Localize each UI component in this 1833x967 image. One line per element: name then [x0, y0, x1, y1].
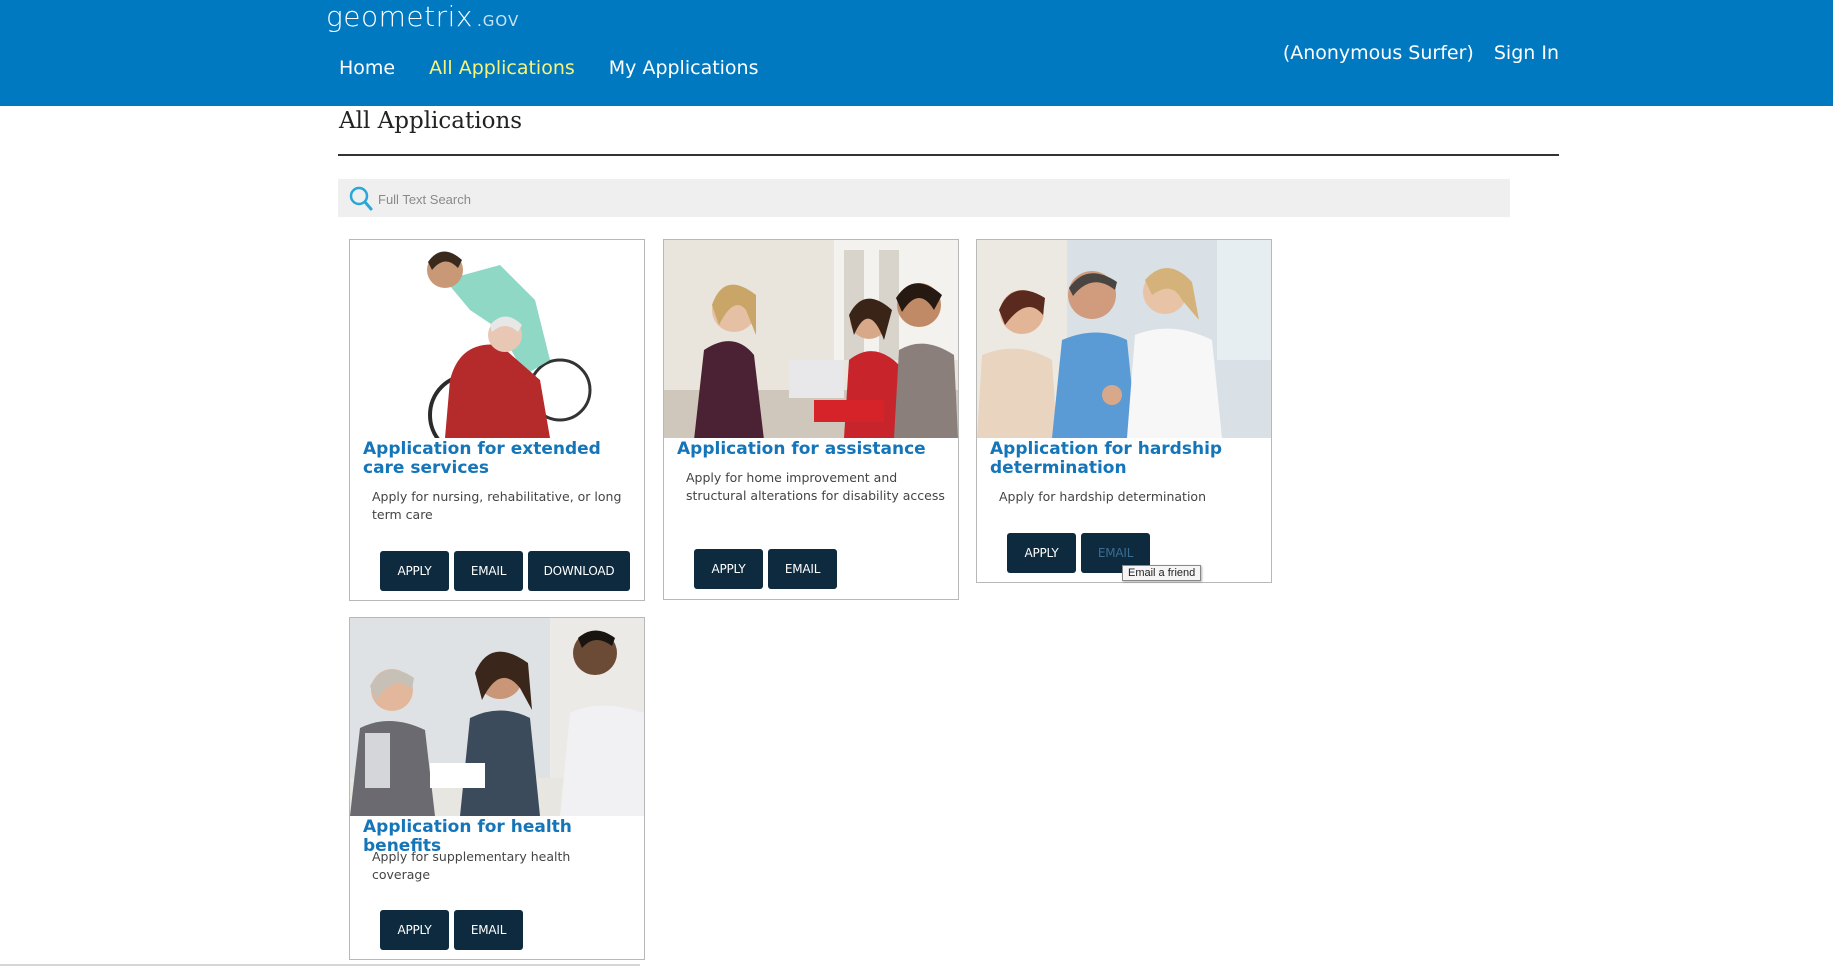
search-bar — [338, 179, 1510, 217]
download-button[interactable]: DOWNLOAD — [528, 551, 630, 591]
page-title: All Applications — [339, 108, 523, 134]
logo-wordmark: geometrix — [326, 0, 474, 33]
email-button[interactable]: EMAIL — [454, 551, 523, 591]
search-icon[interactable] — [348, 185, 374, 213]
nav-home[interactable]: Home — [339, 57, 395, 79]
main-nav: Home All Applications My Applications — [339, 57, 793, 79]
card-title[interactable]: Application for extended care services — [363, 440, 633, 478]
apply-button[interactable]: APPLY — [1007, 533, 1076, 573]
user-name: (Anonymous Surfer) — [1282, 42, 1474, 64]
user-area: (Anonymous Surfer) Sign In — [1283, 42, 1559, 64]
application-card-extended-care: Application for extended care services A… — [349, 239, 645, 601]
nav-my-applications[interactable]: My Applications — [609, 57, 759, 79]
card-actions: APPLY EMAIL — [694, 549, 837, 589]
apply-button[interactable]: APPLY — [694, 549, 763, 589]
card-image-doctor-greeting[interactable] — [977, 240, 1271, 438]
application-card-assistance: Application for assistance Apply for hom… — [663, 239, 959, 600]
card-actions: APPLY EMAIL DOWNLOAD — [380, 551, 630, 591]
card-description: Apply for home improvement and structura… — [686, 470, 945, 503]
card-image-nurse-patient[interactable] — [350, 240, 644, 438]
logo-tld: .GOV — [477, 12, 520, 30]
apply-button[interactable]: APPLY — [380, 551, 449, 591]
card-actions: APPLY EMAIL — [380, 910, 523, 950]
card-description: Apply for nursing, rehabilitative, or lo… — [372, 489, 622, 522]
sign-in-link[interactable]: Sign In — [1494, 42, 1559, 64]
search-input[interactable] — [376, 184, 1500, 214]
email-button[interactable]: EMAIL — [768, 549, 837, 589]
apply-button[interactable]: APPLY — [380, 910, 449, 950]
card-image-advisor-meeting[interactable] — [664, 240, 958, 438]
email-button[interactable]: EMAIL — [454, 910, 523, 950]
application-card-health-benefits: Application for health benefits Apply fo… — [349, 617, 645, 960]
card-title[interactable]: Application for assistance — [677, 440, 947, 459]
card-title[interactable]: Application for hardship determination — [990, 440, 1260, 478]
card-description: Apply for supplementary health coverage — [372, 849, 571, 882]
application-card-hardship: Application for hardship determination A… — [976, 239, 1272, 583]
card-description: Apply for hardship determination — [999, 489, 1206, 504]
top-header: geometrix .GOV Home All Applications My A… — [0, 0, 1833, 106]
card-image-doctor-meeting[interactable] — [350, 618, 644, 816]
email-tooltip: Email a friend — [1122, 565, 1202, 581]
nav-all-applications[interactable]: All Applications — [429, 57, 575, 79]
page-bottom-divider — [0, 964, 640, 966]
title-divider — [338, 154, 1559, 156]
site-logo[interactable]: geometrix .GOV — [326, 0, 519, 33]
